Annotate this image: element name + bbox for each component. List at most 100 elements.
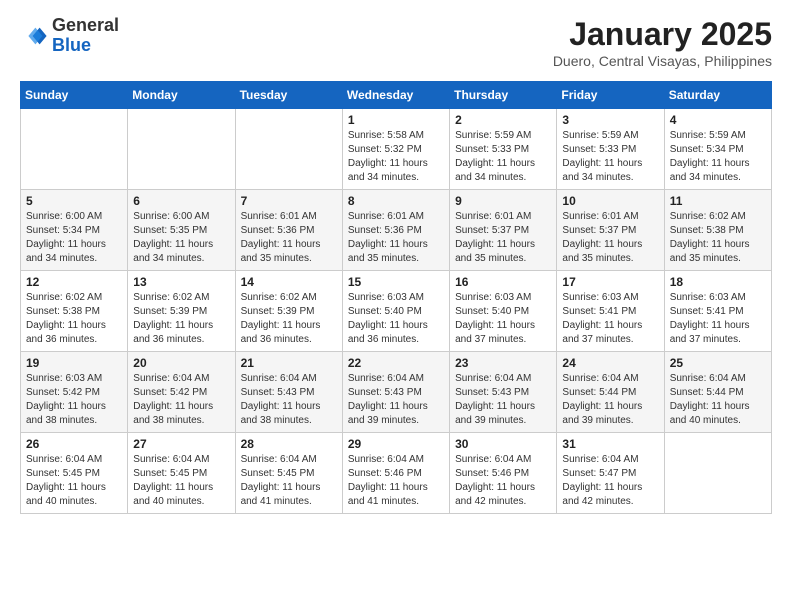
day-info: Sunrise: 5:59 AM Sunset: 5:33 PM Dayligh…	[562, 129, 658, 185]
table-row: 5 Sunrise: 6:00 AM Sunset: 5:34 PM Daylig…	[21, 190, 128, 271]
day-info: Sunrise: 6:02 AM Sunset: 5:38 PM Dayligh…	[26, 291, 122, 347]
calendar-week-row: 26 Sunrise: 6:04 AM Sunset: 5:45 PM Dayli…	[21, 433, 772, 514]
table-row	[235, 109, 342, 190]
day-number: 15	[348, 275, 444, 289]
table-row: 6 Sunrise: 6:00 AM Sunset: 5:35 PM Daylig…	[128, 190, 235, 271]
table-row: 1Sunrise: 5:58 AM Sunset: 5:32 PM Daylig…	[342, 109, 449, 190]
day-number: 29	[348, 437, 444, 451]
day-number: 7	[241, 194, 337, 208]
table-row: 14 Sunrise: 6:02 AM Sunset: 5:39 PM Dayli…	[235, 271, 342, 352]
day-number: 31	[562, 437, 658, 451]
day-info: Sunrise: 6:04 AM Sunset: 5:45 PM Dayligh…	[26, 453, 122, 509]
day-number: 25	[670, 356, 766, 370]
table-row: 9Sunrise: 6:01 AM Sunset: 5:37 PM Daylig…	[450, 190, 557, 271]
day-info: Sunrise: 6:04 AM Sunset: 5:44 PM Dayligh…	[562, 372, 658, 428]
table-row: 11 Sunrise: 6:02 AM Sunset: 5:38 PM Dayli…	[664, 190, 771, 271]
day-info: Sunrise: 6:00 AM Sunset: 5:35 PM Dayligh…	[133, 210, 229, 266]
table-row: 24 Sunrise: 6:04 AM Sunset: 5:44 PM Dayli…	[557, 352, 664, 433]
day-info: Sunrise: 6:01 AM Sunset: 5:36 PM Dayligh…	[241, 210, 337, 266]
page: General Blue January 2025 Duero, Central…	[0, 0, 792, 530]
logo: General Blue	[20, 16, 119, 56]
day-number: 2	[455, 113, 551, 127]
calendar-week-row: 5 Sunrise: 6:00 AM Sunset: 5:34 PM Daylig…	[21, 190, 772, 271]
day-info: Sunrise: 6:02 AM Sunset: 5:39 PM Dayligh…	[133, 291, 229, 347]
header-thursday: Thursday	[450, 82, 557, 109]
header-tuesday: Tuesday	[235, 82, 342, 109]
day-info: Sunrise: 5:59 AM Sunset: 5:33 PM Dayligh…	[455, 129, 551, 185]
logo-general: General	[52, 16, 119, 36]
day-number: 9	[455, 194, 551, 208]
table-row: 26 Sunrise: 6:04 AM Sunset: 5:45 PM Dayli…	[21, 433, 128, 514]
day-info: Sunrise: 6:02 AM Sunset: 5:39 PM Dayligh…	[241, 291, 337, 347]
day-info: Sunrise: 6:03 AM Sunset: 5:42 PM Dayligh…	[26, 372, 122, 428]
table-row: 4 Sunrise: 5:59 AM Sunset: 5:34 PM Daylig…	[664, 109, 771, 190]
table-row: 25 Sunrise: 6:04 AM Sunset: 5:44 PM Dayli…	[664, 352, 771, 433]
day-info: Sunrise: 6:02 AM Sunset: 5:38 PM Dayligh…	[670, 210, 766, 266]
header-saturday: Saturday	[664, 82, 771, 109]
logo-icon	[20, 22, 48, 50]
day-info: Sunrise: 6:04 AM Sunset: 5:43 PM Dayligh…	[348, 372, 444, 428]
table-row: 30Sunrise: 6:04 AM Sunset: 5:46 PM Dayli…	[450, 433, 557, 514]
table-row: 21 Sunrise: 6:04 AM Sunset: 5:43 PM Dayli…	[235, 352, 342, 433]
day-info: Sunrise: 6:04 AM Sunset: 5:46 PM Dayligh…	[455, 453, 551, 509]
table-row: 22 Sunrise: 6:04 AM Sunset: 5:43 PM Dayli…	[342, 352, 449, 433]
header-sunday: Sunday	[21, 82, 128, 109]
day-number: 14	[241, 275, 337, 289]
logo-blue: Blue	[52, 36, 119, 56]
day-number: 3	[562, 113, 658, 127]
table-row	[664, 433, 771, 514]
day-info: Sunrise: 6:04 AM Sunset: 5:45 PM Dayligh…	[241, 453, 337, 509]
day-info: Sunrise: 6:04 AM Sunset: 5:47 PM Dayligh…	[562, 453, 658, 509]
day-number: 28	[241, 437, 337, 451]
table-row: 23 Sunrise: 6:04 AM Sunset: 5:43 PM Dayli…	[450, 352, 557, 433]
day-number: 19	[26, 356, 122, 370]
calendar-subtitle: Duero, Central Visayas, Philippines	[553, 53, 772, 69]
day-info: Sunrise: 6:04 AM Sunset: 5:43 PM Dayligh…	[455, 372, 551, 428]
day-info: Sunrise: 6:04 AM Sunset: 5:43 PM Dayligh…	[241, 372, 337, 428]
day-info: Sunrise: 5:59 AM Sunset: 5:34 PM Dayligh…	[670, 129, 766, 185]
day-number: 12	[26, 275, 122, 289]
day-number: 23	[455, 356, 551, 370]
day-number: 24	[562, 356, 658, 370]
table-row: 3 Sunrise: 5:59 AM Sunset: 5:33 PM Daylig…	[557, 109, 664, 190]
table-row: 28 Sunrise: 6:04 AM Sunset: 5:45 PM Dayli…	[235, 433, 342, 514]
day-info: Sunrise: 6:03 AM Sunset: 5:40 PM Dayligh…	[348, 291, 444, 347]
table-row: 20Sunrise: 6:04 AM Sunset: 5:42 PM Dayli…	[128, 352, 235, 433]
table-row: 7 Sunrise: 6:01 AM Sunset: 5:36 PM Daylig…	[235, 190, 342, 271]
table-row	[128, 109, 235, 190]
day-number: 4	[670, 113, 766, 127]
header-friday: Friday	[557, 82, 664, 109]
table-row: 31 Sunrise: 6:04 AM Sunset: 5:47 PM Dayli…	[557, 433, 664, 514]
table-row	[21, 109, 128, 190]
day-number: 21	[241, 356, 337, 370]
day-info: Sunrise: 6:03 AM Sunset: 5:40 PM Dayligh…	[455, 291, 551, 347]
day-info: Sunrise: 6:04 AM Sunset: 5:46 PM Dayligh…	[348, 453, 444, 509]
table-row: 19 Sunrise: 6:03 AM Sunset: 5:42 PM Dayli…	[21, 352, 128, 433]
day-info: Sunrise: 6:00 AM Sunset: 5:34 PM Dayligh…	[26, 210, 122, 266]
calendar-header-row: Sunday Monday Tuesday Wednesday Thursday…	[21, 82, 772, 109]
day-number: 11	[670, 194, 766, 208]
table-row: 13Sunrise: 6:02 AM Sunset: 5:39 PM Dayli…	[128, 271, 235, 352]
day-number: 18	[670, 275, 766, 289]
calendar-week-row: 19 Sunrise: 6:03 AM Sunset: 5:42 PM Dayli…	[21, 352, 772, 433]
title-block: January 2025 Duero, Central Visayas, Phi…	[553, 16, 772, 69]
table-row: 29 Sunrise: 6:04 AM Sunset: 5:46 PM Dayli…	[342, 433, 449, 514]
day-number: 1	[348, 113, 444, 127]
day-number: 17	[562, 275, 658, 289]
calendar-week-row: 12 Sunrise: 6:02 AM Sunset: 5:38 PM Dayli…	[21, 271, 772, 352]
day-number: 26	[26, 437, 122, 451]
day-number: 8	[348, 194, 444, 208]
day-info: Sunrise: 6:03 AM Sunset: 5:41 PM Dayligh…	[670, 291, 766, 347]
table-row: 15 Sunrise: 6:03 AM Sunset: 5:40 PM Dayli…	[342, 271, 449, 352]
table-row: 2 Sunrise: 5:59 AM Sunset: 5:33 PM Daylig…	[450, 109, 557, 190]
day-number: 6	[133, 194, 229, 208]
day-info: Sunrise: 6:03 AM Sunset: 5:41 PM Dayligh…	[562, 291, 658, 347]
calendar-table: Sunday Monday Tuesday Wednesday Thursday…	[20, 81, 772, 514]
table-row: 27Sunrise: 6:04 AM Sunset: 5:45 PM Dayli…	[128, 433, 235, 514]
day-info: Sunrise: 6:04 AM Sunset: 5:45 PM Dayligh…	[133, 453, 229, 509]
day-number: 5	[26, 194, 122, 208]
table-row: 16Sunrise: 6:03 AM Sunset: 5:40 PM Dayli…	[450, 271, 557, 352]
day-number: 22	[348, 356, 444, 370]
day-number: 10	[562, 194, 658, 208]
day-info: Sunrise: 6:04 AM Sunset: 5:44 PM Dayligh…	[670, 372, 766, 428]
